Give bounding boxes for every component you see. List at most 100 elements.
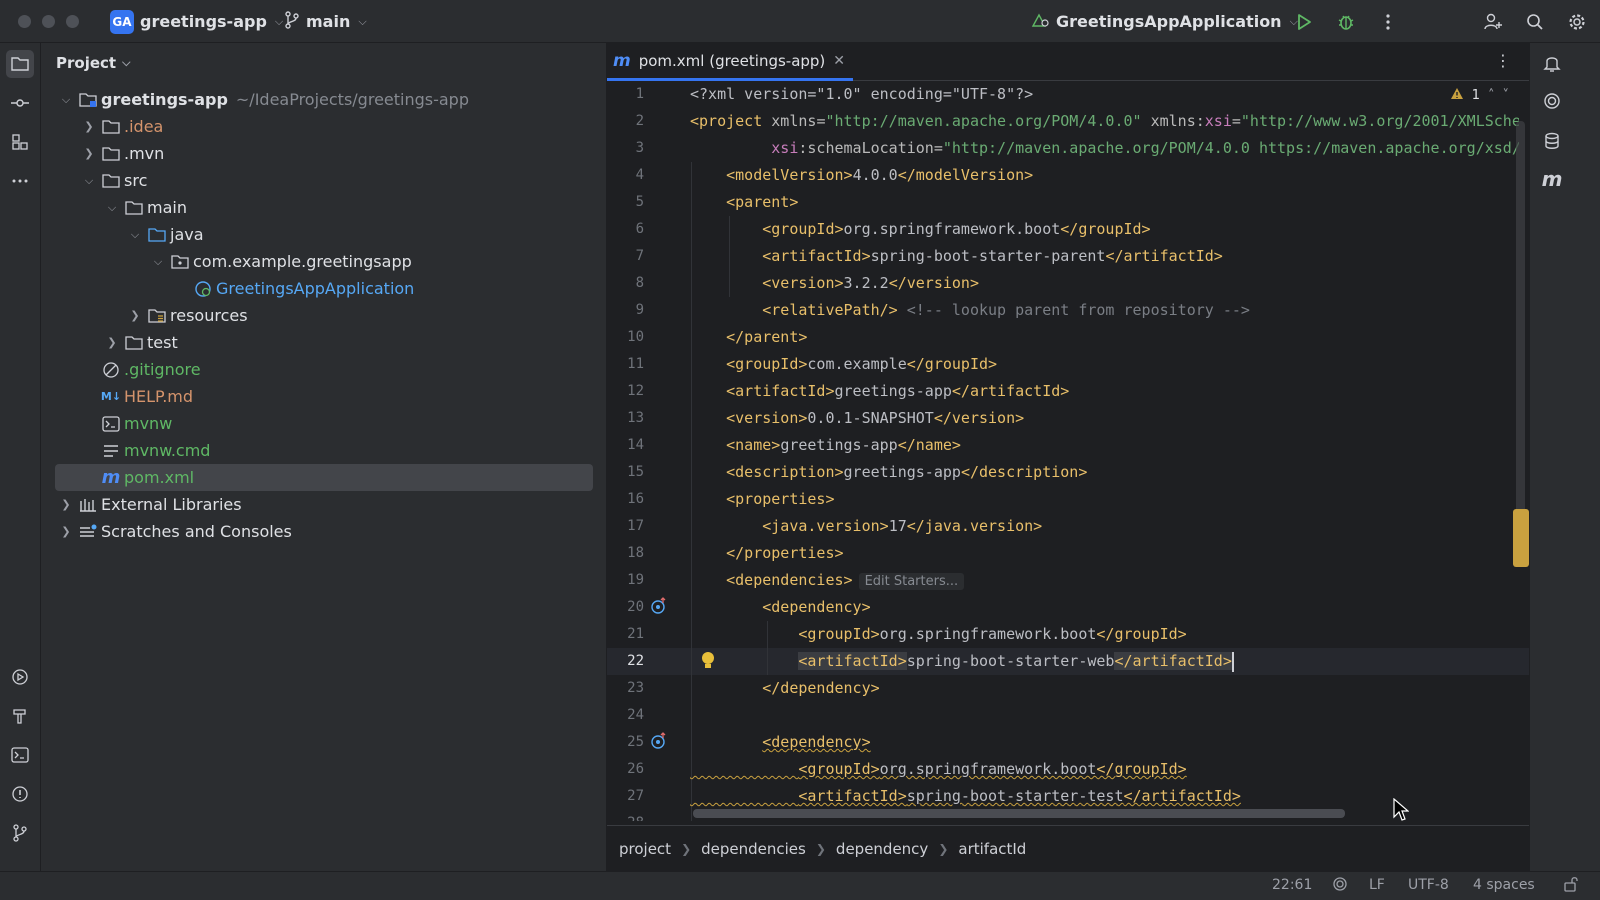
tag: </modelVersion> (897, 166, 1034, 184)
database-icon[interactable] (1540, 129, 1564, 153)
services-tool-icon[interactable] (6, 663, 34, 691)
tab-label: pom.xml (greetings-app) (638, 51, 826, 70)
project-tool-icon[interactable] (6, 50, 34, 78)
code-area[interactable]: <?xml version="1.0" encoding="UTF-8"?> <… (690, 81, 1519, 821)
tree-item-greetings-app-application[interactable]: GreetingsAppApplication (41, 275, 607, 302)
breadcrumb-item[interactable]: dependencies (701, 840, 806, 858)
line-number: 7 (635, 248, 644, 264)
close-icon[interactable]: ✕ (833, 53, 845, 69)
search-icon[interactable] (1524, 11, 1546, 33)
chevron-down-icon[interactable]: ⌵ (128, 228, 142, 242)
breadcrumb-item[interactable]: artifactId (958, 840, 1026, 858)
run-configuration-selector[interactable]: GreetingsAppApplication ⌵ (1030, 0, 1298, 43)
code-line-27: <artifactId>spring-boot-starter-test</ar… (690, 783, 1241, 810)
caret-position[interactable]: 22:61 (1272, 877, 1312, 893)
spring-bean-gutter-icon[interactable] (650, 732, 668, 754)
ai-status-icon[interactable] (1332, 876, 1348, 896)
tree-item-idea[interactable]: ❯ .idea (41, 113, 607, 140)
tree-item-java[interactable]: ⌵ java (41, 221, 607, 248)
build-tool-icon[interactable] (6, 702, 34, 730)
indent-setting[interactable]: 4 spaces (1473, 877, 1535, 893)
tree-item-label: src (124, 171, 148, 190)
project-view-selector[interactable]: Project ⌵ (56, 53, 130, 73)
chevron-down-icon[interactable]: ⌵ (82, 174, 96, 188)
tag: <dependency> (762, 733, 871, 751)
tree-item-main[interactable]: ⌵ main (41, 194, 607, 221)
git-tool-icon[interactable] (6, 819, 34, 847)
tag: </version> (933, 409, 1025, 427)
tree-item-package[interactable]: ⌵ com.example.greetingsapp (41, 248, 607, 275)
chevron-down-icon[interactable]: ⌵ (59, 93, 73, 107)
tag: <description> (726, 463, 844, 481)
line-separator[interactable]: LF (1369, 877, 1385, 893)
terminal-tool-icon[interactable] (6, 741, 34, 769)
code-line-9: <relativePath/> <!-- lookup parent from … (690, 297, 1250, 324)
tree-item-pom-xml[interactable]: m pom.xml (55, 464, 593, 491)
breadcrumb-item[interactable]: project (619, 840, 671, 858)
structure-tool-icon[interactable] (6, 128, 34, 156)
lock-icon[interactable] (1563, 876, 1579, 896)
text: greetings-app (843, 463, 961, 481)
maven-tool-icon[interactable]: m (1540, 167, 1564, 191)
window-close-button[interactable] (18, 15, 31, 28)
window-maximize-button[interactable] (66, 15, 79, 28)
tree-item-test[interactable]: ❯ test (41, 329, 607, 356)
tree-item-external-libraries[interactable]: ❯ External Libraries (41, 491, 607, 518)
project-switcher[interactable]: GA greetings-app ⌵ (110, 0, 283, 43)
horizontal-scrollbar[interactable] (693, 809, 1345, 818)
chevron-right-icon: ❯ (938, 841, 949, 856)
code-line-12: <artifactId>greetings-app</artifactId> (690, 378, 1069, 405)
run-icon[interactable] (1293, 11, 1315, 33)
more-icon[interactable] (1377, 11, 1399, 33)
edit-starters-hint[interactable]: Edit Starters... (858, 573, 965, 590)
debug-icon[interactable] (1335, 11, 1357, 33)
notifications-icon[interactable] (1540, 51, 1564, 75)
tag: </java.version> (906, 517, 1043, 535)
chevron-right-icon[interactable]: ❯ (105, 336, 119, 349)
attr: xmlns: (1150, 112, 1205, 130)
tree-item-scratches[interactable]: ❯ Scratches and Consoles (41, 518, 607, 545)
warning-scroll-marker[interactable] (1513, 509, 1529, 567)
ai-assistant-icon[interactable] (1540, 89, 1564, 113)
spring-bean-gutter-icon[interactable] (650, 597, 668, 619)
line-number: 24 (627, 707, 644, 723)
tag: <version> (726, 409, 808, 427)
tree-item-src[interactable]: ⌵ src (41, 167, 607, 194)
tree-item-greetings-app[interactable]: ⌵ greetings-app ~/IdeaProjects/greetings… (41, 86, 607, 113)
line-number: 23 (627, 680, 644, 696)
more-icon[interactable]: ⋮ (1495, 51, 1511, 70)
tree-item-label: greetings-app (101, 90, 228, 109)
namespace: xsi (771, 139, 799, 157)
branch-switcher[interactable]: main ⌵ (284, 0, 367, 43)
shell-script-icon (102, 415, 120, 433)
file-encoding[interactable]: UTF-8 (1408, 877, 1449, 893)
tree-item-resources[interactable]: ❯ resources (41, 302, 607, 329)
tree-item-help-md[interactable]: M↓ HELP.md (41, 383, 607, 410)
chevron-right-icon[interactable]: ❯ (59, 525, 73, 538)
code-line-8: <version>3.2.2</version> (690, 270, 979, 297)
line-number-current: 22 (627, 653, 644, 669)
commit-tool-icon[interactable] (6, 89, 34, 117)
chevron-right-icon[interactable]: ❯ (82, 120, 96, 133)
tree-item-gitignore[interactable]: .gitignore (41, 356, 607, 383)
chevron-down-icon[interactable]: ⌵ (151, 255, 165, 269)
tree-item-mvn[interactable]: ❯ .mvn (41, 140, 607, 167)
tab-pom-xml[interactable]: m pom.xml (greetings-app) ✕ (607, 43, 854, 81)
problems-tool-icon[interactable] (6, 780, 34, 808)
tree-item-mvnw[interactable]: mvnw (41, 410, 607, 437)
add-user-icon[interactable] (1482, 11, 1504, 33)
chevron-right-icon[interactable]: ❯ (82, 147, 96, 160)
attr: xmlns (771, 112, 817, 130)
window-minimize-button[interactable] (42, 15, 55, 28)
tree-item-mvnw-cmd[interactable]: mvnw.cmd (41, 437, 607, 464)
text: greetings-app (780, 436, 898, 454)
chevron-right-icon[interactable]: ❯ (59, 498, 73, 511)
code-line-17: <java.version>17</java.version> (690, 513, 1042, 540)
chevron-right-icon[interactable]: ❯ (128, 309, 142, 322)
module-folder-icon (79, 91, 97, 109)
settings-icon[interactable] (1566, 11, 1588, 33)
vertical-scrollbar[interactable] (1516, 121, 1525, 541)
breadcrumb-item[interactable]: dependency (836, 840, 928, 858)
more-tools-icon[interactable] (6, 167, 34, 195)
chevron-down-icon[interactable]: ⌵ (105, 201, 119, 215)
